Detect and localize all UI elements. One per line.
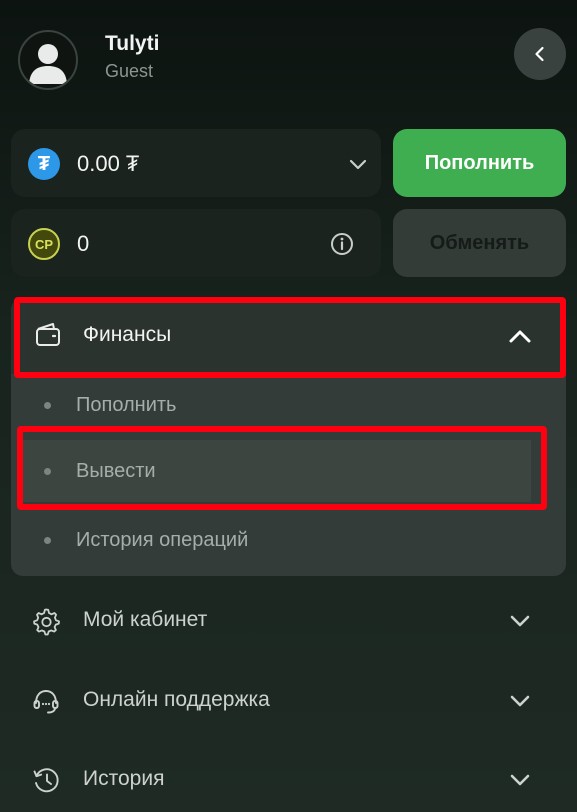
bullet-dot bbox=[44, 537, 51, 544]
finance-item-history[interactable]: История операций bbox=[11, 507, 566, 573]
history-icon bbox=[33, 768, 59, 793]
bullet-dot bbox=[44, 468, 51, 475]
user-name: Tulyti bbox=[105, 32, 160, 55]
menu-item-history[interactable]: История bbox=[11, 749, 566, 809]
menu-item-label: Мой кабинет bbox=[83, 608, 208, 631]
user-silhouette-icon bbox=[29, 44, 67, 84]
finance-item-label: Вывести bbox=[76, 460, 156, 482]
finance-label: Финансы bbox=[83, 323, 172, 346]
headset-icon bbox=[33, 690, 59, 714]
finance-item-withdraw[interactable]: Вывести bbox=[11, 438, 566, 504]
balance-amount: 0.00 ₮ bbox=[77, 151, 140, 176]
profile-header: Tulyti Guest bbox=[0, 0, 577, 115]
points-amount: 0 bbox=[77, 231, 90, 256]
menu-item-label: Онлайн поддержка bbox=[83, 688, 270, 711]
chevron-down-icon bbox=[510, 615, 530, 627]
exchange-button[interactable]: Обменять bbox=[393, 209, 566, 277]
finance-item-label: История операций bbox=[76, 529, 249, 551]
topup-button[interactable]: Пополнить bbox=[393, 129, 566, 197]
finance-item-topup[interactable]: Пополнить bbox=[11, 372, 566, 438]
chevron-left-icon bbox=[535, 46, 544, 62]
chevron-up-icon bbox=[509, 330, 531, 343]
menu-item-cabinet[interactable]: Мой кабинет bbox=[11, 590, 566, 650]
chevron-down-icon bbox=[349, 159, 367, 170]
cp-icon: CP bbox=[28, 228, 60, 260]
chevron-down-icon bbox=[510, 774, 530, 786]
chevron-down-icon bbox=[510, 695, 530, 707]
collapse-sidebar-button[interactable] bbox=[514, 28, 566, 80]
finance-item-label: Пополнить bbox=[76, 394, 177, 416]
finance-menu-toggle[interactable]: Финансы bbox=[11, 298, 566, 374]
balance-selector[interactable]: ₮ 0.00 ₮ bbox=[11, 129, 381, 197]
gear-icon bbox=[33, 608, 60, 636]
avatar[interactable] bbox=[18, 30, 78, 90]
wallet-icon bbox=[36, 323, 60, 346]
menu-item-support[interactable]: Онлайн поддержка bbox=[11, 670, 566, 730]
menu-item-label: История bbox=[83, 767, 165, 790]
user-role: Guest bbox=[105, 61, 154, 81]
points-balance: CP 0 bbox=[11, 209, 381, 277]
bullet-dot bbox=[44, 402, 51, 409]
info-icon[interactable] bbox=[329, 231, 355, 257]
usdt-icon: ₮ bbox=[28, 148, 60, 180]
